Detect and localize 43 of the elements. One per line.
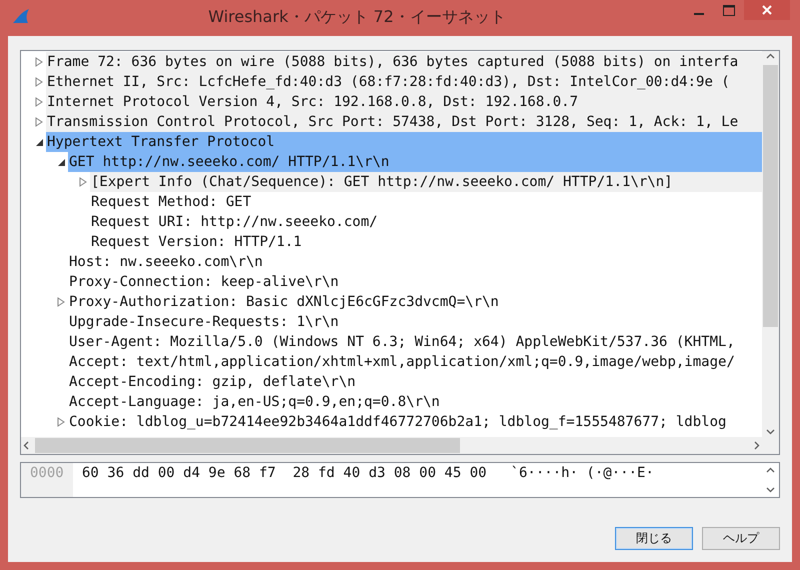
collapsed-triangle-icon[interactable] <box>57 297 65 307</box>
close-icon <box>762 5 772 15</box>
tree-item[interactable]: Accept-Encoding: gzip, deflate\r\n <box>68 372 762 392</box>
collapsed-triangle-icon[interactable] <box>79 177 87 187</box>
tree-item[interactable]: Hypertext Transfer Protocol <box>46 132 762 152</box>
collapsed-triangle-icon[interactable] <box>57 417 65 427</box>
minimize-icon <box>694 12 704 14</box>
shark-fin-icon <box>12 8 30 24</box>
help-button[interactable]: ヘルプ <box>702 527 780 550</box>
tree-item[interactable]: Upgrade-Insecure-Requests: 1\r\n <box>68 312 762 332</box>
collapsed-triangle-icon[interactable] <box>35 97 43 107</box>
tree-item[interactable]: GET http://nw.seeeko.com/ HTTP/1.1\r\n <box>68 152 762 172</box>
collapsed-triangle-icon[interactable] <box>35 57 43 67</box>
tree-item[interactable]: Cookie: ldblog_u=b72414ee92b3464a1ddf46772706b2a1; ldblog_f=1555487677; ldblog <box>68 412 762 432</box>
vertical-scrollbar[interactable] <box>762 51 779 437</box>
ascii-text: `6····h· (·@···E· <box>510 464 654 483</box>
tree-item[interactable]: Proxy-Connection: keep-alive\r\n <box>68 272 762 292</box>
tree-item[interactable]: Transmission Control Protocol, Src Port: 57438, Dst Port: 3128, Seq: 1, Ack: 1, Le <box>46 112 762 132</box>
maximize-icon <box>723 4 735 16</box>
close-button[interactable] <box>744 0 790 20</box>
collapsed-triangle-icon[interactable] <box>35 117 43 127</box>
tree-item[interactable]: User-Agent: Mozilla/5.0 (Windows NT 6.3; Win64; x64) AppleWebKit/537.36 (KHTML, <box>68 332 762 352</box>
close-dialog-button[interactable]: 閉じる <box>615 527 693 550</box>
tree-item[interactable]: Host: nw.seeeko.com\r\n <box>68 252 762 272</box>
tree-item[interactable]: [Expert Info (Chat/Sequence): GET http://nw.seeeko.com/ HTTP/1.1\r\n] <box>90 172 762 192</box>
scrollbar-thumb[interactable] <box>763 65 778 327</box>
hex-bytes: 60 36 dd 00 d4 9e 68 f7 28 fd 40 d3 08 00 45 00 <box>81 464 487 483</box>
tree-item[interactable]: Ethernet II, Src: LcfcHefe_fd:40:d3 (68:f7:28:fd:40:d3), Dst: IntelCor_00:d4:9e ( <box>46 72 762 92</box>
collapsed-triangle-icon[interactable] <box>35 77 43 87</box>
offset-label: 0000 <box>29 464 64 483</box>
tree-item[interactable]: Request Version: HTTP/1.1 <box>90 232 762 252</box>
tree-item[interactable]: Accept-Language: ja,en-US;q=0.9,en;q=0.8\r\n <box>68 392 762 412</box>
expanded-triangle-icon[interactable] <box>56 158 66 166</box>
tree-item[interactable]: Accept: text/html,application/xhtml+xml,application/xml;q=0.9,image/webp,image/ <box>68 352 762 372</box>
tree-item[interactable]: Frame 72: 636 bytes on wire (5088 bits), 636 bytes captured (5088 bits) on interfa <box>46 52 762 72</box>
tree-item[interactable]: Internet Protocol Version 4, Src: 192.168.0.8, Dst: 192.168.0.7 <box>46 92 762 112</box>
tree-item[interactable]: Request URI: http://nw.seeeko.com/ <box>90 212 762 232</box>
tree-item[interactable]: Request Method: GET <box>90 192 762 212</box>
tree-item[interactable]: Proxy-Authorization: Basic dXNlcjE6cGFzc3dvcmQ=\r\n <box>68 292 762 312</box>
window-title: Wireshark・パケット 72・イーサネット <box>207 6 507 28</box>
expanded-triangle-icon[interactable] <box>34 138 44 146</box>
scrollbar-thumb[interactable] <box>35 438 460 453</box>
horizontal-scrollbar[interactable] <box>21 437 762 454</box>
